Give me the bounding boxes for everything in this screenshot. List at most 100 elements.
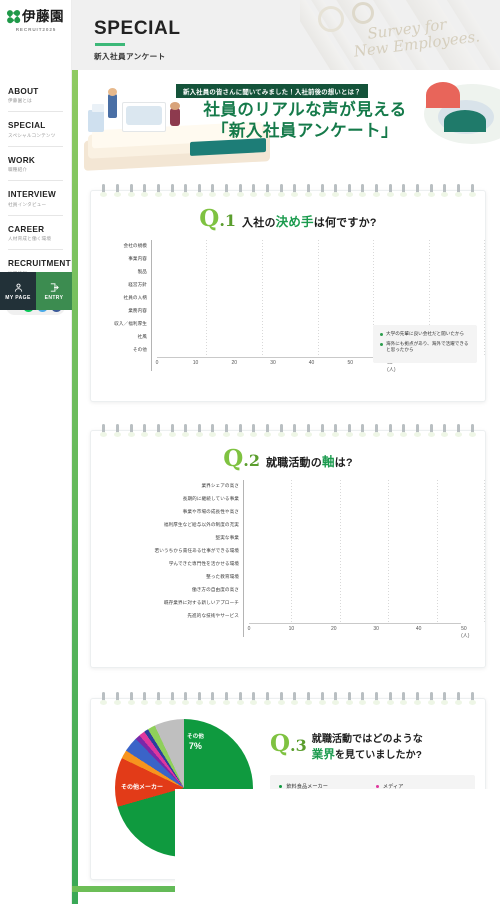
- bar-label: 学んできた専門性を活かせる環境: [168, 560, 239, 566]
- legend-dot-icon: [279, 784, 283, 789]
- entry-button[interactable]: ENTRY: [36, 272, 72, 310]
- question-card-3: 飲料食品メーカー 70.6% その他メーカー その他 7% Q.3 就職活動では…: [90, 692, 500, 904]
- x-tick: 50: [347, 360, 354, 366]
- sidebar-actions: MY PAGE ENTRY: [0, 272, 72, 310]
- chart-bar-row: 学んできた専門性を活かせる環境: [97, 558, 461, 569]
- sidebar-item-interview[interactable]: INTERVIEW 社員インタビュー: [8, 181, 63, 216]
- entry-arrow-icon: [50, 282, 59, 292]
- chart-bar-row: 業界シェアの高さ: [97, 480, 461, 491]
- pie-chart-column: 飲料食品メーカー 70.6% その他メーカー その他 7%: [101, 713, 500, 904]
- legend-label: 大学の先輩に良い会社だと聞いたから: [386, 331, 465, 337]
- hero-badge: 新入社員の皆さんに聞いてみました！入社前後の想いとは？: [176, 84, 368, 98]
- bar-label: 若いうちから責任ある仕事ができる環境: [154, 547, 239, 553]
- question-2-text: 就職活動の軸は?: [265, 455, 353, 469]
- page-subtitle: 新入社員アンケート: [94, 51, 166, 61]
- chart-bar-row: 福利厚生など給与以外の制度の充実: [97, 519, 461, 530]
- left-accent-bar: [72, 70, 78, 904]
- sidebar-nav: ABOUT 伊藤園とは SPECIAL スペシャルコンテンツ WORK 職種紹介…: [0, 78, 71, 284]
- chart-q3: 飲料食品メーカー 70.6% その他メーカー その他 7% Q.3 就職活動では…: [91, 699, 500, 904]
- legend-label: 海外にも拠点があり、海外で活躍できると思ったから: [386, 340, 469, 353]
- x-tick: 10: [192, 360, 199, 366]
- page-header: Survey for New Employees. SPECIAL 新入社員アン…: [72, 0, 500, 70]
- bar-label: 整った教育環境: [206, 573, 239, 579]
- sidebar-item-sublabel: 職種紹介: [8, 167, 28, 172]
- sidebar-item-work[interactable]: WORK 職種紹介: [8, 147, 63, 181]
- chart-q1: 会社の規模 事業内容 製品 経営方針 社員の人柄 業務内容 収入／福利厚生 社風…: [91, 230, 485, 377]
- bar-label: 会社の規模: [123, 242, 147, 248]
- bar-label: 先進的な技術やサービス: [187, 612, 239, 618]
- chart-bar-row: 堅実な事業: [97, 532, 461, 543]
- sidebar-item-label: WORK: [8, 155, 36, 165]
- chart-bar-row: 若いうちから責任ある仕事ができる環境: [97, 545, 461, 556]
- bar-label: 業界シェアの高さ: [201, 482, 239, 488]
- pie-label-primary: 飲料食品メーカー 70.6%: [175, 789, 500, 904]
- hero-section: 新入社員の皆さんに聞いてみました！入社前後の想いとは？ 社員のリアルな声が見える…: [72, 70, 500, 180]
- special-page: 伊藤園 RECRUIT2025 ABOUT 伊藤園とは SPECIAL スペシャ…: [0, 0, 500, 904]
- sidebar-item-label: INTERVIEW: [8, 190, 57, 199]
- bar-label: 収入／福利厚生: [114, 320, 147, 326]
- bar-label: 長期的に継続している事業: [182, 495, 239, 501]
- spiral-binding: [91, 692, 485, 706]
- chart-bar-row: 経営方針: [97, 279, 389, 290]
- chart-bar-row: 会社の規模: [97, 240, 389, 251]
- chart-bar-row: 社風: [97, 331, 389, 342]
- sidebar-item-sublabel: 伊藤園とは: [8, 98, 32, 103]
- legend-item: 大学の先輩に良い会社だと聞いたから: [380, 331, 470, 338]
- bar-label: 働き方の自由度の高さ: [192, 586, 239, 592]
- question-number: Q.1: [199, 205, 237, 232]
- chart-q1-x-axis: 0 10 20 30 40 50 60 (人): [155, 357, 395, 373]
- bar-label: 事業や市場の成長性や高さ: [182, 508, 239, 514]
- site-logo[interactable]: 伊藤園 RECRUIT2025: [0, 0, 71, 32]
- legend-item: 海外にも拠点があり、海外で活躍できると思ったから: [380, 341, 470, 354]
- bar-label: 堅実な事業: [215, 534, 239, 540]
- page-title: SPECIAL: [94, 18, 181, 39]
- sidebar-item-sublabel: 人材育成と働く環境: [8, 236, 52, 241]
- question-card-2: Q.2 就職活動の軸は? 業界シェアの高さ 長期的に継続している事業 事業や市場…: [90, 424, 486, 668]
- x-tick: 30: [270, 360, 276, 366]
- chart-bar-row: 収入／福利厚生: [97, 318, 389, 329]
- sidebar-item-sublabel: スペシャルコンテンツ: [8, 132, 56, 138]
- entry-label: ENTRY: [44, 294, 64, 301]
- chart-q2-bars: 業界シェアの高さ 長期的に継続している事業 事業や市場の成長性や高さ 福利厚生な…: [91, 480, 486, 639]
- sidebar-item-career[interactable]: CAREER 人材育成と働く環境: [8, 216, 63, 250]
- chart-bar-row: 事業内容: [97, 253, 389, 264]
- my-page-button[interactable]: MY PAGE: [0, 272, 36, 310]
- chart-bar-row: 整った教育環境: [97, 571, 461, 582]
- spiral-binding: [91, 424, 485, 438]
- sidebar-item-label: CAREER: [8, 224, 45, 234]
- chart-q1-legend: 大学の先輩に良い会社だと聞いたから 海外にも拠点があり、海外で活躍できると思った…: [373, 325, 477, 363]
- bar-label: 社風: [137, 333, 147, 339]
- x-tick: 20: [331, 626, 337, 632]
- question-1-text: 入社の決め手は何ですか?: [242, 215, 377, 229]
- brand-name: 伊藤園: [22, 9, 64, 24]
- bar-label: 社員の人柄: [123, 294, 147, 300]
- chart-bar-row: 製品: [97, 266, 389, 277]
- chart-bar-row: 業務内容: [97, 305, 389, 316]
- my-page-label: MY PAGE: [5, 294, 31, 301]
- sidebar-item-label: SPECIAL: [8, 121, 46, 130]
- question-card-1: Q.1 入社の決め手は何ですか? 会社の規模 事業内容 製品 経営方針 社員の人…: [90, 184, 486, 402]
- sidebar: 伊藤園 RECRUIT2025 ABOUT 伊藤園とは SPECIAL スペシャ…: [0, 0, 72, 904]
- sidebar-item-about[interactable]: ABOUT 伊藤園とは: [8, 78, 63, 112]
- x-tick: 10: [288, 626, 295, 632]
- legend-dot-icon: [380, 342, 383, 346]
- bar-label: その他: [132, 346, 147, 352]
- x-tick: 0: [155, 360, 159, 366]
- sidebar-item-label: RECRUITMENT: [8, 259, 71, 268]
- chart-bar-row: 社員の人柄: [97, 292, 389, 303]
- pie-label-other: その他 7%: [187, 734, 204, 752]
- chart-bar-row: 長期的に継続している事業: [97, 493, 461, 504]
- bar-label: 業務内容: [128, 307, 147, 313]
- legend-dot-icon: [375, 784, 379, 789]
- chart-bar-row: その他: [97, 344, 389, 355]
- bar-label: 福利厚生など給与以外の制度の充実: [163, 521, 239, 527]
- x-tick: 40: [308, 360, 315, 366]
- sidebar-item-special[interactable]: SPECIAL スペシャルコンテンツ: [8, 112, 63, 147]
- chart-q2-x-axis: 0 10 20 30 40 50 (人): [248, 623, 469, 639]
- bar-label: 既存業界に対する新しいアプローチ: [163, 599, 239, 605]
- spiral-binding: [91, 184, 485, 198]
- person-icon: [14, 283, 22, 292]
- question-number: Q.2: [223, 445, 260, 472]
- question-3-text: 就職活動ではどのような 業界を見ていましたか?: [311, 733, 423, 761]
- chart-bar-row: 既存業界に対する新しいアプローチ: [97, 597, 461, 608]
